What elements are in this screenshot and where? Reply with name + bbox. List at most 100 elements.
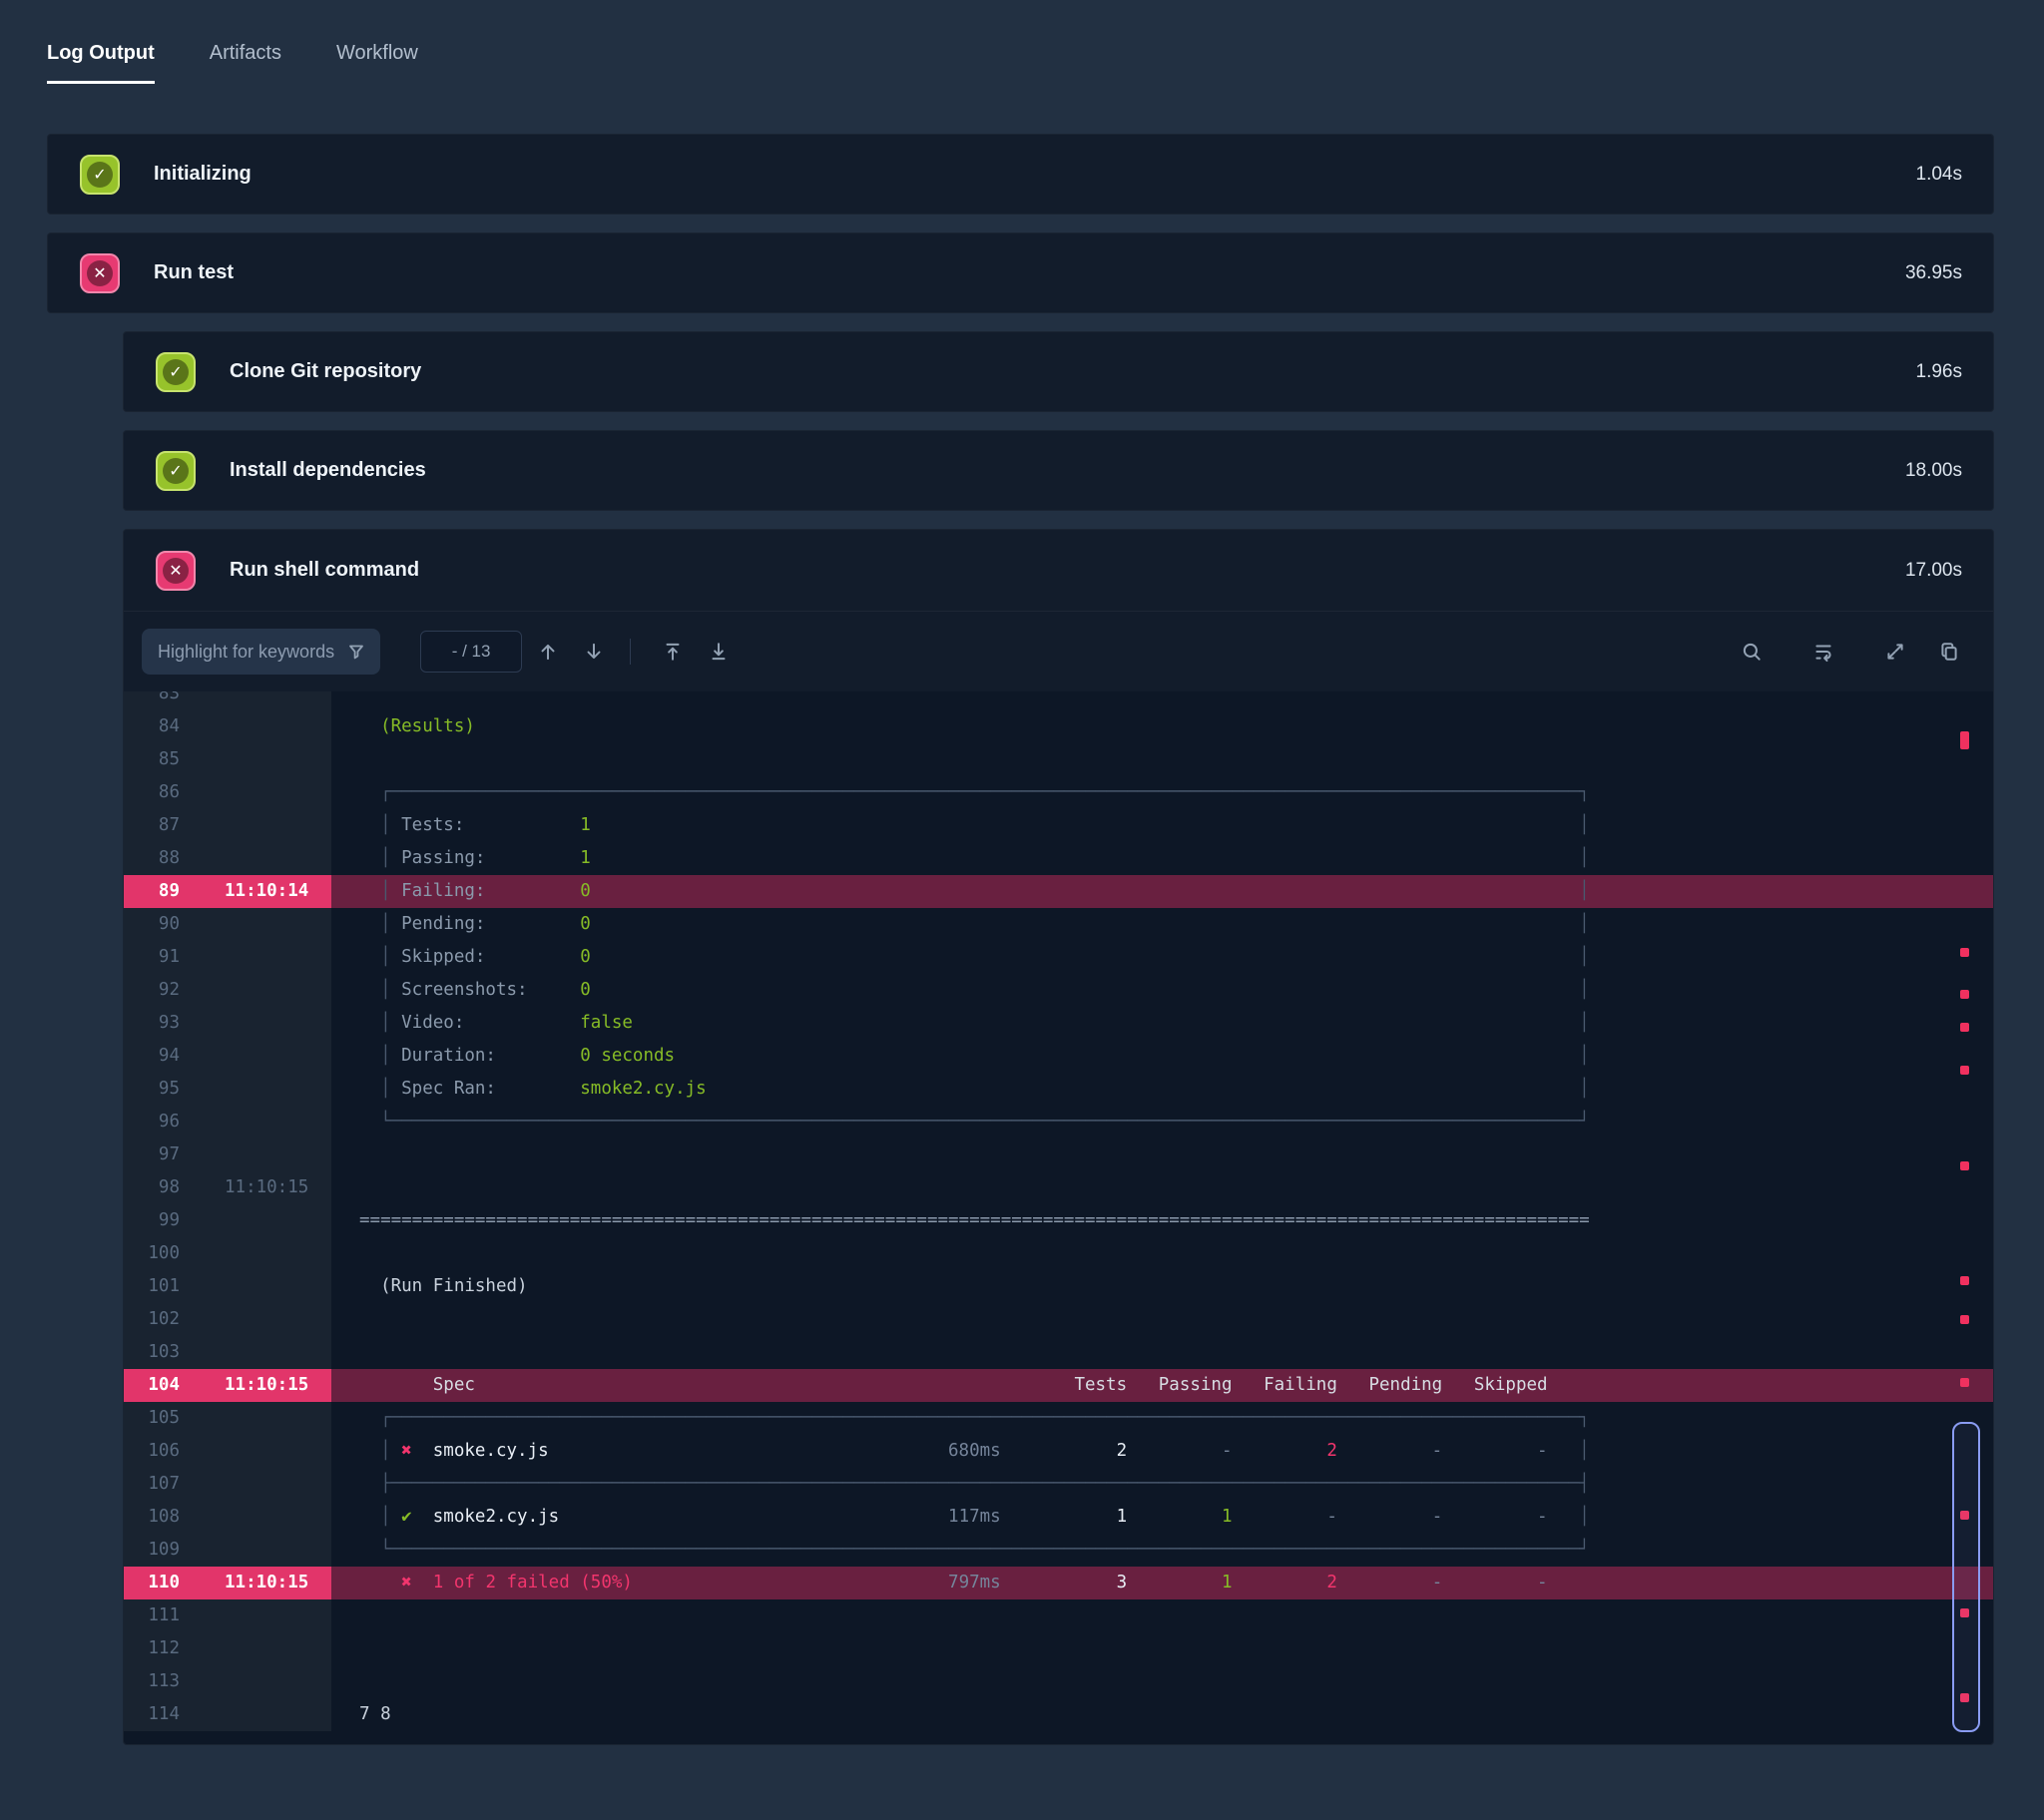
log-line[interactable]: 112: [124, 1632, 1993, 1665]
line-number[interactable]: 98: [124, 1171, 180, 1204]
section-install-dependencies[interactable]: ✓ Install dependencies 18.00s: [123, 430, 1994, 511]
log-line[interactable]: 105 ┌───────────────────────────────────…: [124, 1402, 1993, 1435]
line-number[interactable]: 85: [124, 743, 180, 776]
log-line[interactable]: 94 │ Duration: 0 seconds │: [124, 1040, 1993, 1073]
log-line-highlighted[interactable]: 10411:10:15 Spec Tests Passing Failing P…: [124, 1369, 1993, 1402]
section-title: Clone Git repository: [230, 360, 421, 383]
log-line[interactable]: 84 (Results): [124, 710, 1993, 743]
log-line[interactable]: 91 │ Skipped: 0 │: [124, 941, 1993, 974]
line-content: Spec Tests Passing Failing Pending Skipp…: [331, 1369, 1993, 1402]
line-number[interactable]: 105: [124, 1402, 180, 1435]
line-number[interactable]: 112: [124, 1632, 180, 1665]
line-number[interactable]: 95: [124, 1073, 180, 1106]
tab-workflow[interactable]: Workflow: [336, 42, 418, 84]
section-run-test[interactable]: ✕ Run test 36.95s: [47, 232, 1994, 313]
copy-log-button[interactable]: [1929, 632, 1969, 672]
section-initializing[interactable]: ✓ Initializing 1.04s: [47, 134, 1994, 215]
line-number[interactable]: 96: [124, 1106, 180, 1138]
line-timestamp: [180, 776, 331, 809]
line-number[interactable]: 97: [124, 1138, 180, 1171]
log-line[interactable]: 83: [124, 691, 1993, 710]
tab-artifacts[interactable]: Artifacts: [210, 42, 281, 84]
line-number[interactable]: 106: [124, 1435, 180, 1468]
line-content: [331, 1171, 1993, 1204]
scroll-to-bottom-button[interactable]: [699, 632, 739, 672]
log-line[interactable]: 108 │ ✔ smoke2.cy.js 117ms 1 1 - - - │: [124, 1501, 1993, 1534]
previous-match-button[interactable]: [528, 632, 568, 672]
line-number[interactable]: 93: [124, 1007, 180, 1040]
log-line[interactable]: 93 │ Video: false │: [124, 1007, 1993, 1040]
line-content: │ Failing: 0 │: [331, 875, 1993, 908]
next-match-button[interactable]: [574, 632, 614, 672]
line-number[interactable]: 91: [124, 941, 180, 974]
section-clone-git-repository[interactable]: ✓ Clone Git repository 1.96s: [123, 331, 1994, 412]
log-line[interactable]: 101 (Run Finished): [124, 1270, 1993, 1303]
line-content: │ Tests: 1 │: [331, 809, 1993, 842]
log-line[interactable]: 100: [124, 1237, 1993, 1270]
line-timestamp: [180, 974, 331, 1007]
line-timestamp: [180, 1534, 331, 1567]
line-number[interactable]: 109: [124, 1534, 180, 1567]
line-number[interactable]: 83: [124, 691, 180, 710]
log-line[interactable]: 106 │ ✖ smoke.cy.js 680ms 2 - 2 - - │: [124, 1435, 1993, 1468]
log-line[interactable]: 109 └───────────────────────────────────…: [124, 1534, 1993, 1567]
line-number[interactable]: 104: [124, 1369, 180, 1402]
log-line[interactable]: 113: [124, 1665, 1993, 1698]
log-line[interactable]: 9811:10:15: [124, 1171, 1993, 1204]
keyword-highlight-input[interactable]: Highlight for keywords: [142, 629, 380, 675]
search-button[interactable]: [1732, 632, 1772, 672]
log-line[interactable]: 90 │ Pending: 0 │: [124, 908, 1993, 941]
log-line[interactable]: 99======================================…: [124, 1204, 1993, 1237]
fullscreen-button[interactable]: [1875, 632, 1915, 672]
log-output-viewer[interactable]: 8384 (Results)8586 ┌────────────────────…: [124, 691, 1993, 1744]
line-number[interactable]: 113: [124, 1665, 180, 1698]
log-line[interactable]: 97: [124, 1138, 1993, 1171]
line-number[interactable]: 102: [124, 1303, 180, 1336]
log-line[interactable]: 1147 8: [124, 1698, 1993, 1731]
log-gutter: 109: [124, 1534, 331, 1567]
line-number[interactable]: 108: [124, 1501, 180, 1534]
log-line[interactable]: 88 │ Passing: 1 │: [124, 842, 1993, 875]
line-timestamp: [180, 1040, 331, 1073]
log-line[interactable]: 92 │ Screenshots: 0 │: [124, 974, 1993, 1007]
log-line[interactable]: 107 ├───────────────────────────────────…: [124, 1468, 1993, 1501]
scroll-to-top-button[interactable]: [653, 632, 693, 672]
line-number[interactable]: 90: [124, 908, 180, 941]
log-line-highlighted[interactable]: 11011:10:15 ✖ 1 of 2 failed (50%) 797ms …: [124, 1567, 1993, 1599]
log-gutter: 99: [124, 1204, 331, 1237]
log-line[interactable]: 87 │ Tests: 1 │: [124, 809, 1993, 842]
line-number[interactable]: 114: [124, 1698, 180, 1731]
log-line[interactable]: 103: [124, 1336, 1993, 1369]
minimap-viewport[interactable]: [1952, 1422, 1980, 1732]
line-number[interactable]: 89: [124, 875, 180, 908]
line-number[interactable]: 87: [124, 809, 180, 842]
log-line[interactable]: 96 └────────────────────────────────────…: [124, 1106, 1993, 1138]
line-number[interactable]: 107: [124, 1468, 180, 1501]
line-number[interactable]: 92: [124, 974, 180, 1007]
line-number[interactable]: 94: [124, 1040, 180, 1073]
log-line[interactable]: 111: [124, 1599, 1993, 1632]
log-line[interactable]: 95 │ Spec Ran: smoke2.cy.js │: [124, 1073, 1993, 1106]
line-content: [331, 743, 1993, 776]
line-content: └───────────────────────────────────────…: [331, 1106, 1993, 1138]
log-line-highlighted[interactable]: 8911:10:14 │ Failing: 0 │: [124, 875, 1993, 908]
line-number[interactable]: 103: [124, 1336, 180, 1369]
section-run-shell-command[interactable]: ✕ Run shell command 17.00s: [124, 530, 1993, 611]
line-number[interactable]: 101: [124, 1270, 180, 1303]
line-timestamp: [180, 1270, 331, 1303]
line-number[interactable]: 84: [124, 710, 180, 743]
line-content: [331, 1665, 1993, 1698]
line-number[interactable]: 86: [124, 776, 180, 809]
log-line[interactable]: 85: [124, 743, 1993, 776]
line-timestamp: [180, 908, 331, 941]
line-number[interactable]: 110: [124, 1567, 180, 1599]
line-number[interactable]: 99: [124, 1204, 180, 1237]
log-line[interactable]: 102: [124, 1303, 1993, 1336]
log-line[interactable]: 86 ┌────────────────────────────────────…: [124, 776, 1993, 809]
line-number[interactable]: 111: [124, 1599, 180, 1632]
tab-log-output[interactable]: Log Output: [47, 42, 155, 84]
line-number[interactable]: 100: [124, 1237, 180, 1270]
line-number[interactable]: 88: [124, 842, 180, 875]
section-title: Run shell command: [230, 559, 419, 582]
wrap-lines-button[interactable]: [1803, 632, 1843, 672]
